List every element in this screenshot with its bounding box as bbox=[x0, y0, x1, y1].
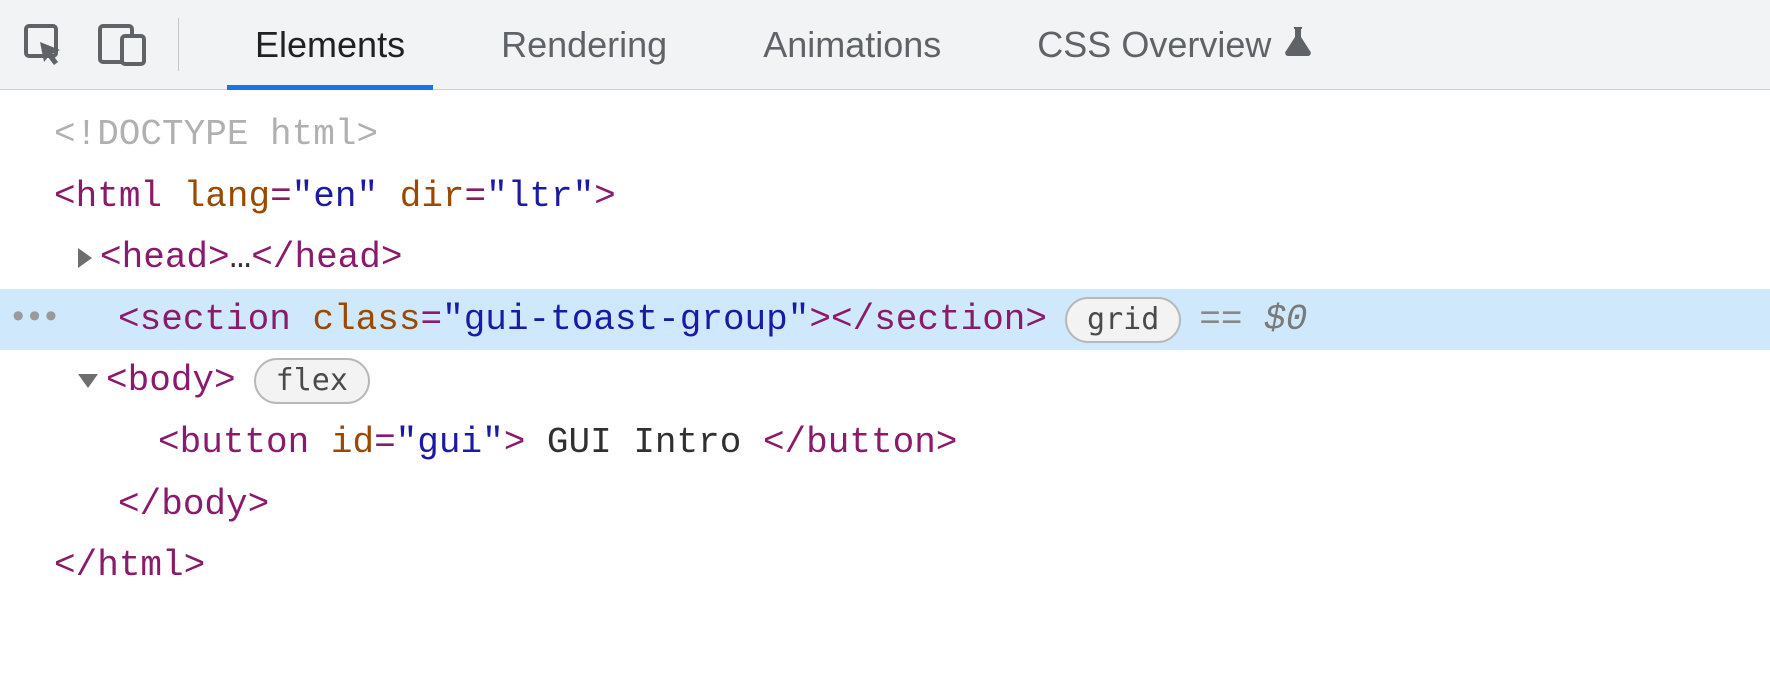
tab-label: Rendering bbox=[501, 24, 667, 66]
experiment-flask-icon bbox=[1281, 23, 1315, 66]
toolbar-icon-group bbox=[20, 18, 179, 71]
inspect-element-icon[interactable] bbox=[20, 20, 68, 68]
tab-strip: Elements Rendering Animations CSS Overvi… bbox=[207, 0, 1363, 89]
tab-rendering[interactable]: Rendering bbox=[453, 0, 715, 89]
console-reference: $0 bbox=[1264, 291, 1307, 349]
tab-label: Animations bbox=[763, 24, 941, 66]
attr-value: en bbox=[313, 168, 356, 226]
tag-name: html bbox=[76, 168, 162, 226]
element-text: GUI Intro bbox=[525, 414, 763, 472]
elements-dom-tree[interactable]: <!DOCTYPE html> <html lang="en" dir="ltr… bbox=[0, 90, 1770, 627]
html-open-line[interactable]: <html lang="en" dir="ltr"> bbox=[0, 166, 1770, 228]
collapse-arrow-icon[interactable] bbox=[78, 374, 98, 388]
attr-name: dir bbox=[400, 168, 465, 226]
tab-elements[interactable]: Elements bbox=[207, 0, 453, 89]
collapsed-content: … bbox=[230, 229, 252, 287]
tag-name: button bbox=[180, 414, 310, 472]
attr-value: ltr bbox=[508, 168, 573, 226]
tag-name: body bbox=[161, 476, 247, 534]
attr-name: lang bbox=[184, 168, 270, 226]
tag-name: body bbox=[128, 352, 214, 410]
tab-label: CSS Overview bbox=[1037, 24, 1271, 66]
expand-arrow-icon[interactable] bbox=[78, 248, 92, 268]
section-selected-line[interactable]: ••• <section class="gui-toast-group"></s… bbox=[0, 289, 1770, 351]
more-actions-icon[interactable]: ••• bbox=[8, 292, 57, 346]
attr-name: class bbox=[312, 291, 420, 349]
tag-name: html bbox=[97, 537, 183, 595]
attr-value: gui bbox=[417, 414, 482, 472]
tab-animations[interactable]: Animations bbox=[715, 0, 989, 89]
html-close-line[interactable]: </html> bbox=[0, 535, 1770, 597]
body-open-line[interactable]: <body> flex bbox=[0, 350, 1770, 412]
doctype-line[interactable]: <!DOCTYPE html> bbox=[0, 104, 1770, 166]
tag-name: head bbox=[122, 229, 208, 287]
devtools-toolbar: Elements Rendering Animations CSS Overvi… bbox=[0, 0, 1770, 90]
console-ref-prefix: == bbox=[1199, 291, 1242, 349]
device-toggle-icon[interactable] bbox=[96, 20, 150, 68]
layout-badge[interactable]: grid bbox=[1065, 297, 1181, 343]
tab-css-overview[interactable]: CSS Overview bbox=[989, 0, 1363, 89]
layout-badge[interactable]: flex bbox=[254, 358, 370, 404]
doctype-text: <!DOCTYPE html> bbox=[54, 106, 378, 164]
attr-name: id bbox=[331, 414, 374, 472]
tag-name: section bbox=[140, 291, 291, 349]
button-line[interactable]: <button id="gui"> GUI Intro </button> bbox=[0, 412, 1770, 474]
head-line[interactable]: <head>…</head> bbox=[0, 227, 1770, 289]
body-close-line[interactable]: </body> bbox=[0, 474, 1770, 536]
attr-value: gui-toast-group bbox=[464, 291, 788, 349]
tab-label: Elements bbox=[255, 24, 405, 66]
